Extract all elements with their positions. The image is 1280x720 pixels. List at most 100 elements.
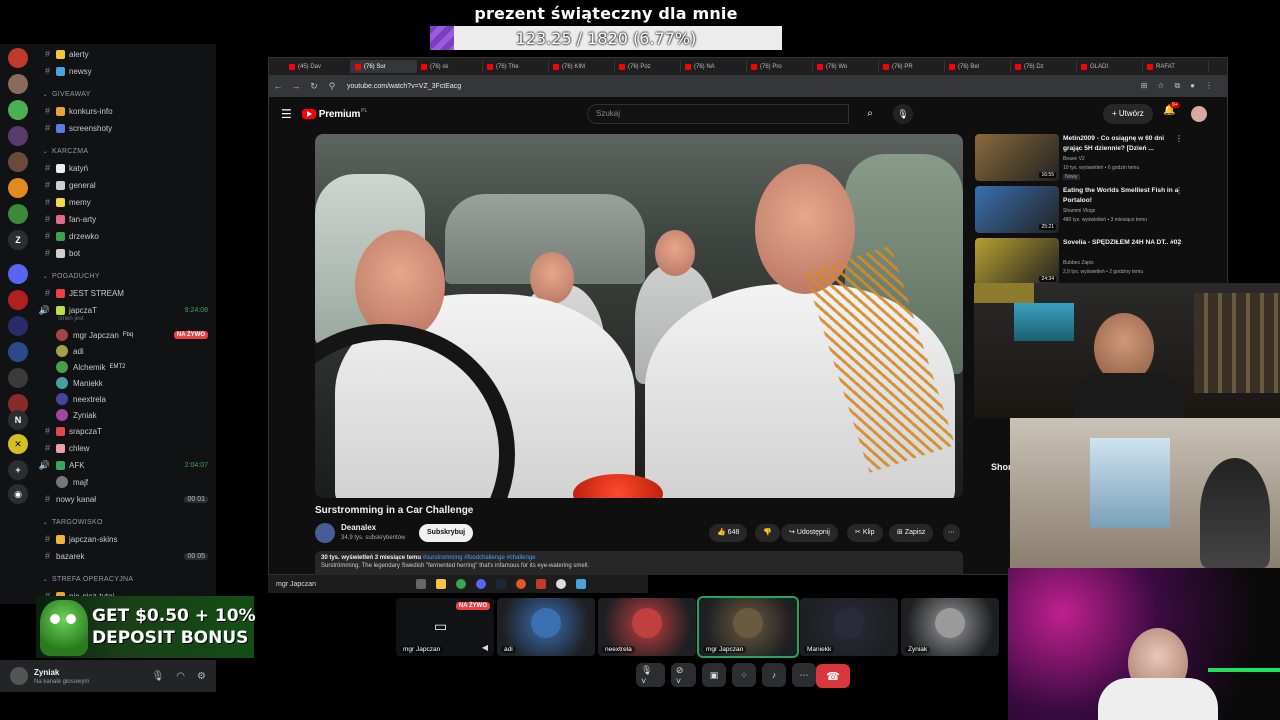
text-channel[interactable]: # japczan-skins <box>34 531 216 547</box>
headphones-icon[interactable]: ◠ <box>176 671 185 682</box>
voice-search-icon[interactable]: 🎙 <box>893 104 913 124</box>
description-box[interactable]: 30 tys. wyświetleń 3 miesiące temu #surs… <box>315 551 963 575</box>
server-icon[interactable] <box>8 100 28 120</box>
related-video[interactable]: 24:34 Sovelia - SPĘDZIŁEM 24H NA DT.. #02… <box>975 238 1215 286</box>
like-button[interactable]: 👍 648 <box>709 524 748 542</box>
screen-share-button[interactable]: ▣ <box>702 663 726 687</box>
deposit-bonus-ad[interactable]: GET $0.50 + 10% DEPOSIT BONUS <box>36 596 256 658</box>
leave-call-button[interactable]: ☎ <box>816 664 850 688</box>
microphone-toggle[interactable]: 🎙 ˅ <box>636 663 665 687</box>
browser-tab[interactable]: (76) Sur <box>351 60 417 73</box>
youtube-logo[interactable]: Premium PL <box>301 108 367 120</box>
text-channel[interactable]: # fan-arty <box>34 211 216 227</box>
activities-button[interactable]: ⁘ <box>732 663 756 687</box>
menu-kebab-icon[interactable]: ⋮ <box>1205 81 1213 91</box>
reload-icon[interactable]: ↻ <box>305 81 323 92</box>
channel-category[interactable]: ⌄ STREFA OPERACYJNA <box>34 571 216 587</box>
video-thumbnail[interactable]: 25:21 <box>975 186 1059 233</box>
back-icon[interactable]: ← <box>269 81 287 91</box>
related-video-channel[interactable]: Beave V2 <box>1063 156 1085 162</box>
volume-icon[interactable]: ◀ <box>482 643 488 652</box>
browser-tab[interactable]: (76) NA <box>681 60 747 73</box>
hashtags[interactable]: #surstromming #foodchallenge #challenge <box>423 555 536 561</box>
browser-tab[interactable]: (76) KIM <box>549 60 615 73</box>
forward-icon[interactable]: → <box>287 81 305 91</box>
server-icon[interactable]: ✕ <box>8 434 28 454</box>
taskbar-search[interactable]: mgr Japczan <box>276 581 406 588</box>
server-icon[interactable] <box>8 368 28 388</box>
server-icon[interactable] <box>8 342 28 362</box>
server-icon[interactable] <box>8 178 28 198</box>
server-icon[interactable] <box>8 264 28 284</box>
task-view-icon[interactable] <box>416 579 426 589</box>
more-vert-icon[interactable]: ⋮ <box>1175 238 1183 247</box>
profile-icon[interactable]: ● <box>1190 81 1195 91</box>
text-channel[interactable]: # screenshoty <box>34 120 216 136</box>
text-channel[interactable]: # konkurs-info <box>34 103 216 119</box>
clip-button[interactable]: ✂ Klip <box>847 524 883 542</box>
related-video-channel[interactable]: Bubbex Zapis <box>1063 260 1094 266</box>
call-participant-tile[interactable]: Maniekk <box>800 598 898 656</box>
avatar[interactable] <box>1191 106 1207 122</box>
discord-icon[interactable] <box>476 579 486 589</box>
avatar[interactable] <box>10 667 28 685</box>
share-button[interactable]: ↪ Udostępnij <box>781 524 838 542</box>
call-participant-tile[interactable]: mgr Japczan <box>697 596 799 658</box>
browser-tab[interactable]: (76) The <box>483 60 549 73</box>
server-icon[interactable] <box>8 290 28 310</box>
related-video[interactable]: 16:55 Metin2009 - Co osiągnę w 60 dni gra… <box>975 134 1215 182</box>
hamburger-menu-icon[interactable]: ☰ <box>281 107 292 121</box>
related-video-channel[interactable]: Shammi Vlogs <box>1063 208 1095 214</box>
app-icon[interactable] <box>576 579 586 589</box>
related-video[interactable]: 25:21 Eating the Worlds Smelliest Fish in… <box>975 186 1215 234</box>
voice-user[interactable]: neextrela <box>34 391 216 407</box>
chrome-icon[interactable] <box>456 579 466 589</box>
search-input[interactable]: Szukaj <box>587 104 849 124</box>
browser-tab[interactable]: (76) Poz <box>615 60 681 73</box>
more-vert-icon[interactable]: ⋮ <box>1175 134 1183 143</box>
text-channel[interactable]: # nowy kanał 00 01 <box>34 491 216 507</box>
channel-name[interactable]: Deanalex <box>341 523 376 532</box>
browser-tab[interactable]: (76) Wo <box>813 60 879 73</box>
call-participant-tile[interactable]: adi <box>497 598 595 656</box>
text-channel[interactable]: # srapczaT <box>34 423 216 439</box>
voice-user[interactable]: Zyniak <box>34 407 216 423</box>
explore-servers-icon[interactable]: ◉ <box>8 484 28 504</box>
translate-icon[interactable]: ⊞ <box>1141 81 1148 91</box>
server-icon[interactable]: N <box>8 410 28 430</box>
channel-category[interactable]: ⌄ POGADUCHY <box>34 268 216 284</box>
site-info-icon[interactable]: ⚲ <box>323 81 341 92</box>
browser-tab[interactable]: RAFAT <box>1143 60 1209 73</box>
dislike-button[interactable]: 👎 <box>755 524 780 542</box>
save-button[interactable]: ⊞ Zapisz <box>889 524 934 542</box>
server-icon[interactable] <box>8 204 28 224</box>
browser-tab[interactable]: GLADI <box>1077 60 1143 73</box>
video-thumbnail[interactable]: 24:34 <box>975 238 1059 285</box>
text-channel[interactable]: # alerty <box>34 46 216 62</box>
more-options-button[interactable]: ⋯ <box>792 663 816 687</box>
browser-tab[interactable]: (76) Dz <box>1011 60 1077 73</box>
text-channel[interactable]: # general <box>34 177 216 193</box>
text-channel[interactable]: # chlew <box>34 440 216 456</box>
text-channel[interactable]: # bazarek 00 05 <box>34 548 216 564</box>
text-channel[interactable]: # JEST STREAM <box>34 285 216 301</box>
search-icon[interactable]: ⌕ <box>857 104 883 124</box>
server-icon[interactable] <box>8 316 28 336</box>
create-button[interactable]: + Utwórz <box>1103 104 1153 124</box>
app-icon[interactable] <box>536 579 546 589</box>
steam-icon[interactable] <box>496 579 506 589</box>
voice-user[interactable]: Alchemik EMT2 <box>34 359 216 375</box>
more-actions-button[interactable]: ⋯ <box>943 524 960 542</box>
extensions-icon[interactable]: ⧉ <box>1174 81 1180 91</box>
browser-tab[interactable]: (45) Dav <box>285 60 351 73</box>
text-channel[interactable]: # katyń <box>34 160 216 176</box>
related-video-title[interactable]: Metin2009 - Co osiągnę w 60 dni grając 5… <box>1063 134 1183 154</box>
call-participant-tile[interactable]: neextrela <box>598 598 696 656</box>
voice-user[interactable]: majf <box>34 474 216 490</box>
soundboard-button[interactable]: ♪ <box>762 663 786 687</box>
url-field[interactable]: youtube.com/watch?v=VZ_3FctEacg <box>347 83 461 90</box>
server-icon[interactable] <box>8 152 28 172</box>
add-server-icon[interactable]: + <box>8 460 28 480</box>
channel-avatar[interactable] <box>315 523 335 543</box>
file-explorer-icon[interactable] <box>436 579 446 589</box>
